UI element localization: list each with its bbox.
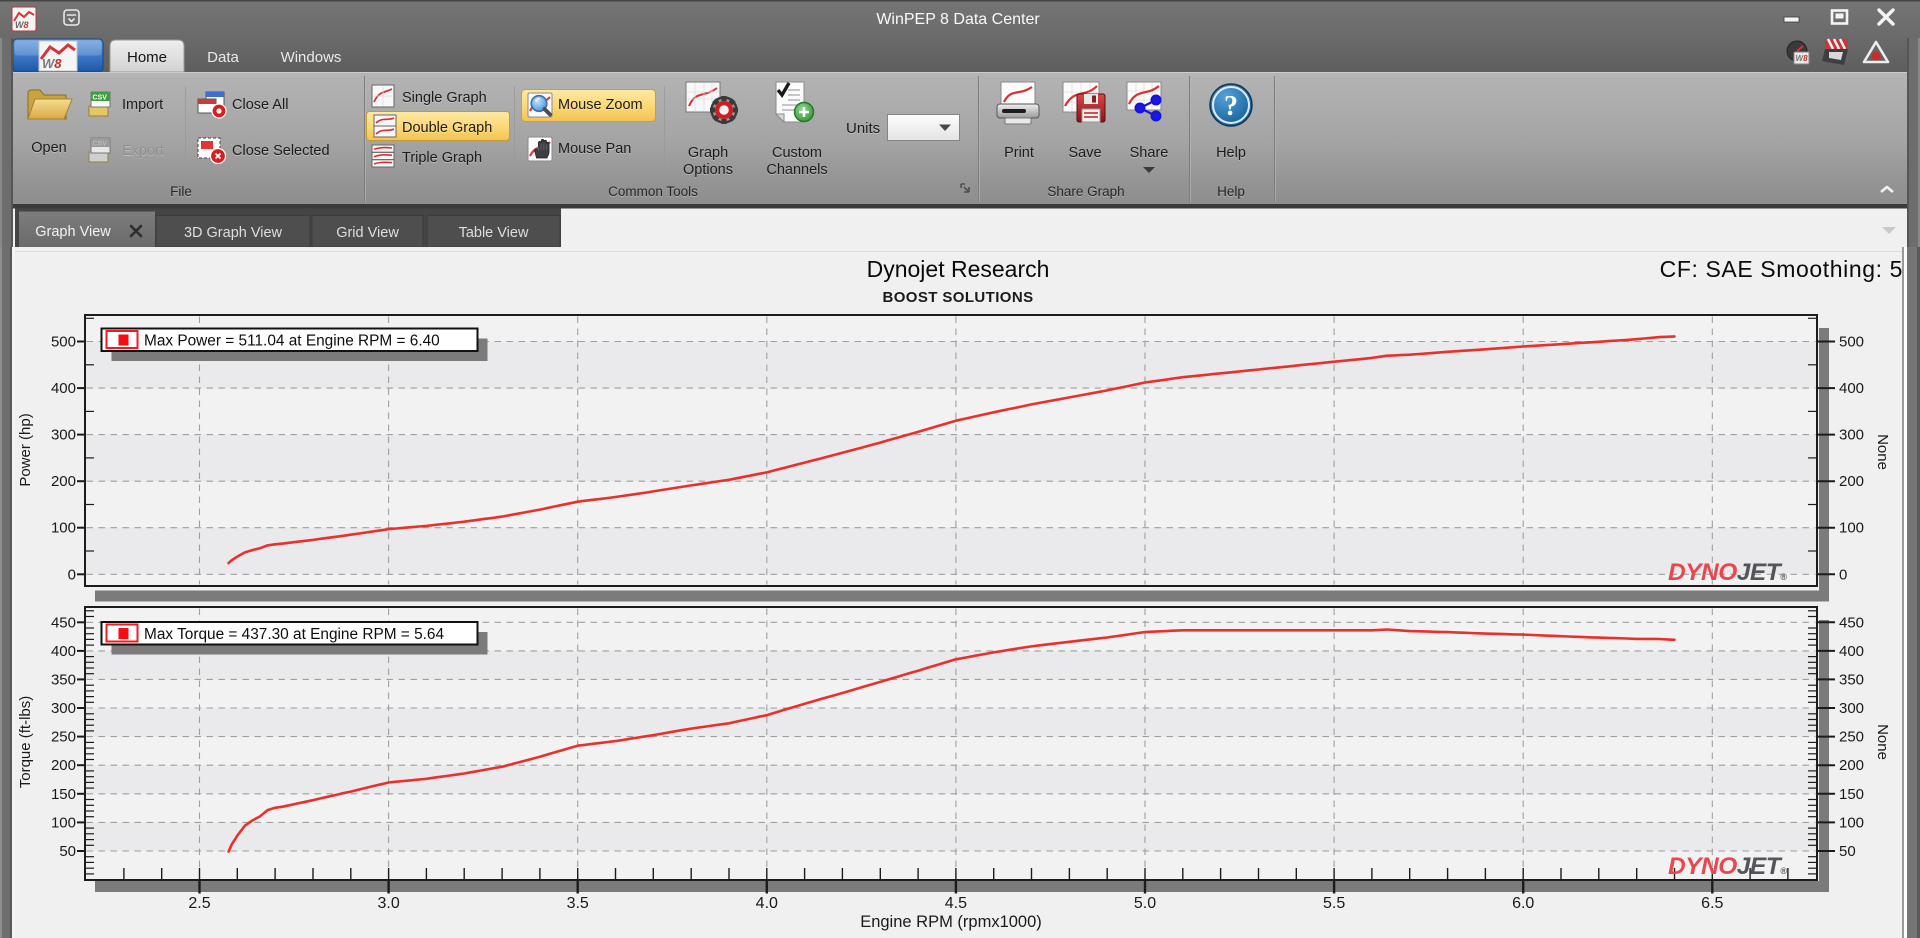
svg-text:Share: Share	[1130, 145, 1169, 161]
svg-text:WinPEP 8 Data Center: WinPEP 8 Data Center	[876, 11, 1040, 28]
svg-text:100: 100	[1839, 520, 1864, 537]
svg-text:400: 400	[1839, 380, 1864, 397]
svg-text:Double Graph: Double Graph	[402, 120, 492, 136]
svg-text:Graph: Graph	[688, 145, 728, 161]
svg-text:W8: W8	[15, 20, 29, 30]
svg-text:200: 200	[1839, 473, 1864, 490]
svg-text:DYNOJET®: DYNOJET®	[1668, 853, 1787, 880]
svg-text:450: 450	[51, 614, 76, 631]
svg-text:CSV: CSV	[93, 95, 108, 102]
svg-text:Windows: Windows	[281, 49, 342, 66]
svg-text:300: 300	[1839, 700, 1864, 717]
svg-text:Single Graph: Single Graph	[402, 90, 487, 106]
svg-text:6.0: 6.0	[1512, 895, 1534, 912]
svg-text:Max Torque = 437.30 at Engine: Max Torque = 437.30 at Engine RPM = 5.64	[144, 626, 444, 643]
svg-text:250: 250	[1839, 729, 1864, 746]
svg-text:Close Selected: Close Selected	[232, 143, 330, 159]
svg-text:Print: Print	[1004, 145, 1034, 161]
svg-text:300: 300	[51, 427, 76, 444]
svg-text:Graph View: Graph View	[35, 224, 111, 240]
svg-text:DYNOJET®: DYNOJET®	[1668, 559, 1787, 586]
svg-text:Triple Graph: Triple Graph	[402, 150, 482, 166]
svg-text:400: 400	[1839, 643, 1864, 660]
svg-text:Open: Open	[31, 140, 66, 156]
svg-text:Common Tools: Common Tools	[608, 184, 698, 199]
svg-text:CSV: CSV	[93, 141, 108, 148]
svg-text:350: 350	[51, 671, 76, 688]
svg-text:200: 200	[51, 757, 76, 774]
svg-text:Save: Save	[1068, 145, 1101, 161]
svg-text:Power (hp): Power (hp)	[17, 413, 34, 486]
svg-text:5.5: 5.5	[1323, 895, 1345, 912]
svg-text:5.0: 5.0	[1134, 895, 1156, 912]
svg-text:Custom: Custom	[772, 145, 822, 161]
svg-text:Options: Options	[683, 162, 733, 178]
svg-text:200: 200	[1839, 757, 1864, 774]
svg-text:Help: Help	[1216, 145, 1246, 161]
svg-text:None: None	[1874, 434, 1891, 470]
svg-text:Max Power = 511.04 at Engine R: Max Power = 511.04 at Engine RPM = 6.40	[144, 333, 440, 350]
svg-text:File: File	[170, 184, 192, 199]
svg-text:Export: Export	[122, 143, 164, 159]
svg-text:500: 500	[51, 334, 76, 351]
svg-text:500: 500	[1839, 334, 1864, 351]
svg-text:3.0: 3.0	[377, 895, 399, 912]
svg-text:350: 350	[1839, 671, 1864, 688]
svg-text:100: 100	[1839, 814, 1864, 831]
svg-text:Channels: Channels	[766, 162, 827, 178]
svg-text:400: 400	[51, 380, 76, 397]
svg-text:None: None	[1874, 724, 1891, 760]
svg-text:300: 300	[51, 700, 76, 717]
svg-text:150: 150	[51, 786, 76, 803]
svg-text:Close All: Close All	[232, 97, 288, 113]
svg-text:250: 250	[51, 729, 76, 746]
svg-text:Engine RPM (rpmx1000): Engine RPM (rpmx1000)	[860, 913, 1042, 931]
svg-text:CF: SAE Smoothing: 5: CF: SAE Smoothing: 5	[1660, 256, 1903, 282]
svg-text:50: 50	[59, 843, 76, 860]
svg-text:Share Graph: Share Graph	[1047, 184, 1124, 199]
svg-text:BOOST SOLUTIONS: BOOST SOLUTIONS	[882, 289, 1033, 306]
svg-text:Data: Data	[207, 49, 239, 66]
svg-text:150: 150	[1839, 786, 1864, 803]
svg-text:50: 50	[1839, 843, 1856, 860]
svg-text:Help: Help	[1217, 184, 1245, 199]
svg-text:0: 0	[1839, 566, 1847, 583]
svg-text:4.0: 4.0	[756, 895, 778, 912]
svg-text:Dynojet Research: Dynojet Research	[867, 256, 1050, 282]
svg-text:3D Graph View: 3D Graph View	[184, 225, 283, 241]
svg-text:4.5: 4.5	[945, 895, 967, 912]
svg-text:?: ?	[1224, 91, 1238, 122]
svg-text:Home: Home	[127, 49, 167, 66]
svg-text:100: 100	[51, 520, 76, 537]
svg-text:W8: W8	[42, 56, 62, 71]
svg-text:Mouse Pan: Mouse Pan	[558, 141, 631, 157]
svg-text:Mouse Zoom: Mouse Zoom	[558, 97, 643, 113]
svg-text:Units: Units	[846, 120, 880, 137]
svg-text:100: 100	[51, 814, 76, 831]
svg-text:200: 200	[51, 473, 76, 490]
svg-text:300: 300	[1839, 427, 1864, 444]
svg-text:Import: Import	[122, 97, 163, 113]
svg-text:2.5: 2.5	[188, 895, 210, 912]
svg-text:Table View: Table View	[459, 225, 529, 241]
svg-text:3.5: 3.5	[567, 895, 589, 912]
svg-text:Torque (ft-lbs): Torque (ft-lbs)	[17, 696, 34, 789]
svg-text:450: 450	[1839, 614, 1864, 631]
svg-text:0: 0	[68, 566, 76, 583]
svg-text:Grid View: Grid View	[336, 225, 399, 241]
svg-text:6.5: 6.5	[1701, 895, 1723, 912]
svg-text:W8: W8	[1796, 54, 1809, 63]
svg-text:400: 400	[51, 643, 76, 660]
